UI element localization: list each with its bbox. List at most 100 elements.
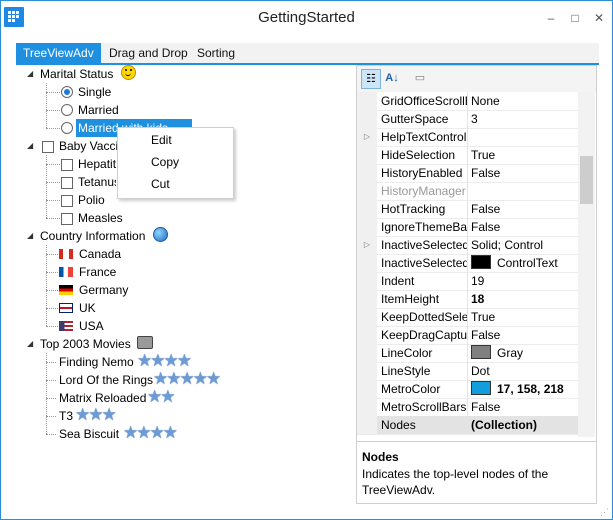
- description-text: Indicates the top-level nodes of the Tre…: [362, 467, 549, 497]
- checkbox-measles[interactable]: [61, 213, 73, 225]
- property-value[interactable]: 17, 158, 218: [471, 380, 564, 398]
- property-name: HideSelection: [381, 148, 456, 162]
- property-row[interactable]: MetroScrollBars False: [357, 398, 578, 417]
- tree-node-baby-vaccines[interactable]: Baby Vaccines: [59, 137, 117, 155]
- tree-node-t3[interactable]: T3: [59, 407, 73, 425]
- tree-node-usa[interactable]: USA: [79, 317, 104, 335]
- tree-node-lord-of-the-rings[interactable]: Lord Of the Rings: [59, 371, 153, 389]
- property-row[interactable]: LineStyle Dot: [357, 362, 578, 381]
- property-value[interactable]: False: [471, 398, 500, 416]
- tree-node-finding-nemo[interactable]: Finding Nemo: [59, 353, 134, 371]
- tree-line: [46, 254, 58, 255]
- property-value[interactable]: True: [471, 308, 495, 326]
- property-value[interactable]: False: [471, 200, 500, 218]
- tree-line: [46, 218, 60, 219]
- property-row[interactable]: Nodes (Collection): [357, 416, 578, 435]
- context-menu-copy[interactable]: Copy: [151, 155, 179, 169]
- tree-line: [46, 353, 47, 434]
- tab-treeviewadv[interactable]: TreeViewAdv: [16, 43, 101, 63]
- property-row[interactable]: GutterSpace 3: [357, 110, 578, 129]
- close-button[interactable]: ✕: [591, 11, 607, 25]
- tree-line: [46, 380, 56, 381]
- property-value[interactable]: ControlText: [471, 254, 558, 272]
- property-row[interactable]: KeepDragCaptur False: [357, 326, 578, 345]
- tree-node-country-information[interactable]: Country Information: [40, 227, 168, 245]
- context-menu-edit[interactable]: Edit: [151, 133, 172, 147]
- column-separator: [467, 218, 468, 236]
- property-row[interactable]: HideSelection True: [357, 146, 578, 165]
- tree-node-married[interactable]: Married: [78, 101, 119, 119]
- tree-node-france[interactable]: France: [79, 263, 116, 281]
- tree-node-hepatitis[interactable]: Hepatitis: [78, 155, 116, 173]
- property-value[interactable]: False: [471, 326, 500, 344]
- tab-drag-and-drop[interactable]: Drag and Drop: [102, 43, 195, 63]
- tree-view[interactable]: ◢ Marital Status Single Married Married …: [16, 65, 354, 503]
- scrollbar-thumb[interactable]: [580, 156, 593, 204]
- property-name: MetroColor: [381, 382, 441, 396]
- tree-line: [46, 290, 58, 291]
- tree-node-measles[interactable]: Measles: [78, 209, 123, 227]
- radio-married-with-kids[interactable]: [61, 122, 73, 134]
- expand-arrow-icon[interactable]: ▷: [357, 128, 377, 146]
- expand-arrow-icon[interactable]: ▷: [357, 236, 377, 254]
- tree-line: [46, 110, 60, 111]
- checkbox-baby-vaccines[interactable]: [42, 141, 54, 153]
- property-row[interactable]: HistoryEnabled False: [357, 164, 578, 183]
- property-value[interactable]: Gray: [471, 344, 523, 362]
- checkbox-polio[interactable]: [61, 195, 73, 207]
- tree-node-single[interactable]: Single: [78, 83, 111, 101]
- collapse-arrow-icon[interactable]: ◢: [27, 339, 35, 348]
- tree-node-canada[interactable]: Canada: [79, 245, 121, 263]
- checkbox-tetanus[interactable]: [61, 177, 73, 189]
- property-value[interactable]: True: [471, 146, 495, 164]
- tree-node-polio[interactable]: Polio: [78, 191, 105, 209]
- tree-node-marital-status[interactable]: Marital Status: [40, 65, 136, 83]
- property-row[interactable]: InactiveSelectedN ControlText: [357, 254, 578, 273]
- column-separator: [467, 146, 468, 164]
- radio-single[interactable]: [61, 86, 73, 98]
- property-row[interactable]: ▷ HelpTextControl: [357, 128, 578, 147]
- property-row[interactable]: Indent 19: [357, 272, 578, 291]
- uk-flag-icon: [59, 303, 73, 313]
- collapse-arrow-icon[interactable]: ◢: [27, 141, 35, 150]
- tree-node-uk[interactable]: UK: [79, 299, 96, 317]
- checkbox-hepatitis[interactable]: [61, 159, 73, 171]
- vertical-scrollbar[interactable]: [578, 92, 595, 437]
- property-value[interactable]: None: [471, 92, 500, 110]
- radio-married[interactable]: [61, 104, 73, 116]
- collapse-arrow-icon[interactable]: ◢: [27, 69, 35, 78]
- context-menu: Edit Copy Cut: [117, 127, 234, 199]
- property-row[interactable]: ▷ InactiveSelectedN Solid; Control: [357, 236, 578, 255]
- property-row[interactable]: HistoryManager: [357, 182, 578, 201]
- property-value[interactable]: False: [471, 218, 500, 236]
- property-value[interactable]: 3: [471, 110, 478, 128]
- tab-sorting[interactable]: Sorting: [190, 43, 242, 63]
- property-value[interactable]: Dot: [471, 362, 490, 380]
- property-row[interactable]: ItemHeight 18: [357, 290, 578, 309]
- row-gutter: [357, 218, 377, 236]
- context-menu-cut[interactable]: Cut: [151, 177, 170, 191]
- tree-node-germany[interactable]: Germany: [79, 281, 128, 299]
- tree-node-tetanus[interactable]: Tetanus: [78, 173, 116, 191]
- resize-grip-icon[interactable]: ⋰: [600, 507, 610, 517]
- property-row[interactable]: GridOfficeScrollB None: [357, 92, 578, 111]
- property-row[interactable]: MetroColor 17, 158, 218: [357, 380, 578, 399]
- minimize-button[interactable]: –: [543, 11, 559, 25]
- property-value[interactable]: Solid; Control: [471, 236, 543, 254]
- property-name: Indent: [381, 274, 415, 288]
- property-value[interactable]: False: [471, 164, 500, 182]
- categorized-view-icon[interactable]: ☷: [361, 69, 381, 89]
- property-row[interactable]: IgnoreThemeBac False: [357, 218, 578, 237]
- tree-node-sea-biscuit[interactable]: Sea Biscuit: [59, 425, 119, 443]
- property-row[interactable]: HotTracking False: [357, 200, 578, 219]
- property-value[interactable]: 19: [471, 272, 484, 290]
- property-value[interactable]: (Collection): [471, 416, 537, 434]
- property-row[interactable]: KeepDottedSelec True: [357, 308, 578, 327]
- property-pages-icon[interactable]: ▭: [411, 69, 429, 87]
- alphabetical-sort-icon[interactable]: A↓: [383, 69, 401, 87]
- maximize-button[interactable]: □: [567, 11, 583, 25]
- description-panel: Nodes Indicates the top-level nodes of t…: [357, 441, 596, 504]
- property-value[interactable]: 18: [471, 290, 484, 308]
- collapse-arrow-icon[interactable]: ◢: [27, 231, 35, 240]
- property-row[interactable]: LineColor Gray: [357, 344, 578, 363]
